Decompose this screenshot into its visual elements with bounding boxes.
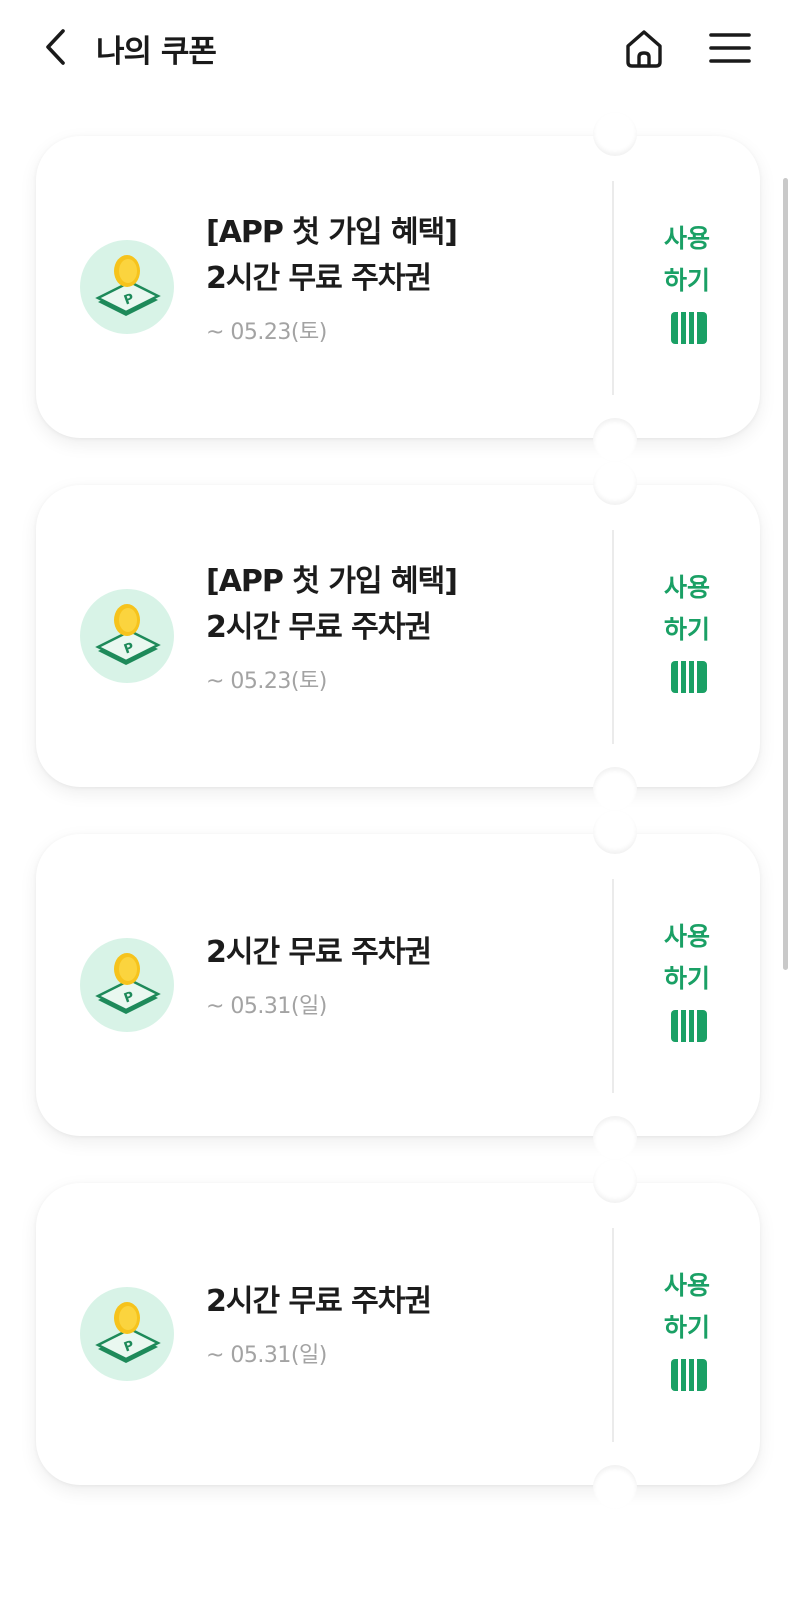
coupon-title-line: [APP 첫 가입 혜택] [206,564,458,599]
home-button[interactable] [620,24,668,72]
coupon-expiry: ~ 05.23(토) [206,320,327,345]
parking-coin-icon: P [80,938,174,1032]
use-label-line: 사용 [663,1271,710,1300]
vertical-scrollbar[interactable] [783,178,788,970]
coupon-card[interactable]: P 2시간 무료 주차권 ~ 05.31(일) 사용 하기 [36,1159,760,1509]
chevron-left-icon [46,29,65,65]
top-bar: 나의 쿠폰 [0,0,800,100]
use-label-line: 하기 [663,964,710,993]
parking-coin-icon: P [80,589,174,683]
coupon-title-line: 2시간 무료 주차권 [206,610,432,645]
coupon-info: 2시간 무료 주차권 ~ 05.31(일) [206,1279,596,1369]
coupon-expiry: ~ 05.31(일) [206,1343,327,1368]
barcode-icon [671,661,707,693]
barcode-icon [671,1010,707,1042]
coupon-title-line: 2시간 무료 주차권 [206,1284,432,1319]
coupon-info: [APP 첫 가입 혜택] 2시간 무료 주차권 ~ 05.23(토) [206,210,596,346]
page-title: 나의 쿠폰 [96,34,217,70]
coupon-title-line: 2시간 무료 주차권 [206,935,432,970]
use-label-line: 사용 [663,224,710,253]
use-label: 사용 하기 [614,218,760,302]
coupon-card[interactable]: P [APP 첫 가입 혜택] 2시간 무료 주차권 ~ 05.23(토) 사용… [36,112,760,462]
use-label-line: 사용 [663,922,710,951]
use-coupon-button[interactable]: 사용 하기 [614,834,760,1136]
coupon-info: 2시간 무료 주차권 ~ 05.31(일) [206,930,596,1020]
barcode-icon [671,312,707,344]
use-label-line: 하기 [663,1313,710,1342]
menu-button[interactable] [706,24,754,72]
use-coupon-button[interactable]: 사용 하기 [614,485,760,787]
coupon-expiry: ~ 05.31(일) [206,994,327,1019]
coupon-expiry: ~ 05.23(토) [206,669,327,694]
use-label: 사용 하기 [614,567,760,651]
parking-coin-icon: P [80,240,174,334]
use-label: 사용 하기 [614,1265,760,1349]
back-button[interactable] [36,22,76,72]
coupon-card[interactable]: P [APP 첫 가입 혜택] 2시간 무료 주차권 ~ 05.23(토) 사용… [36,461,760,811]
use-label-line: 사용 [663,573,710,602]
use-label: 사용 하기 [614,916,760,1000]
use-label-line: 하기 [663,615,710,644]
coupon-info: [APP 첫 가입 혜택] 2시간 무료 주차권 ~ 05.23(토) [206,559,596,695]
coupon-card[interactable]: P 2시간 무료 주차권 ~ 05.31(일) 사용 하기 [36,810,760,1160]
home-icon [626,30,662,68]
use-label-line: 하기 [663,266,710,295]
coupon-title-line: 2시간 무료 주차권 [206,261,432,296]
barcode-icon [671,1359,707,1391]
coupon-title-line: [APP 첫 가입 혜택] [206,215,458,250]
use-coupon-button[interactable]: 사용 하기 [614,136,760,438]
parking-coin-icon: P [80,1287,174,1381]
use-coupon-button[interactable]: 사용 하기 [614,1183,760,1485]
hamburger-menu-icon [709,33,751,63]
